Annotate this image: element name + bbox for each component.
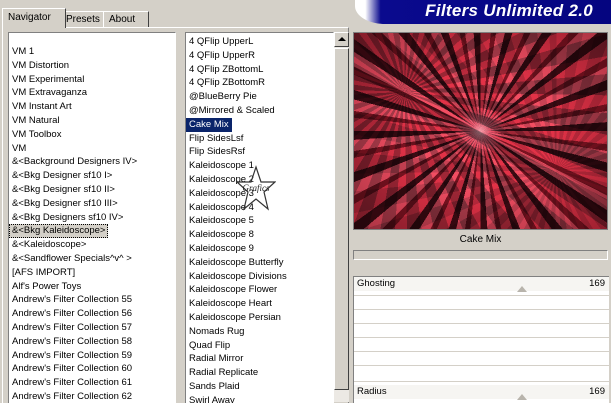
list-item[interactable]: Radial Replicate bbox=[186, 366, 333, 380]
progress-bar bbox=[353, 250, 608, 260]
scroll-up-button[interactable] bbox=[334, 32, 349, 47]
list-item[interactable]: Andrew's Filter Collection 61 bbox=[9, 376, 175, 390]
list-item[interactable]: VM 1 bbox=[9, 45, 175, 59]
list-item[interactable]: Alf's Power Toys bbox=[9, 280, 175, 294]
list-item[interactable]: Kaleidoscope Flower bbox=[186, 283, 333, 297]
list-item[interactable]: &<Bkg Designers sf10 IV> bbox=[9, 211, 175, 225]
list-item[interactable]: Andrew's Filter Collection 62 bbox=[9, 390, 175, 403]
list-item[interactable]: &<Bkg Designer sf10 I> bbox=[9, 169, 175, 183]
list-item[interactable]: &<Bkg Designer sf10 II> bbox=[9, 183, 175, 197]
list-item[interactable]: Kaleidoscope Divisions bbox=[186, 270, 333, 284]
list-item[interactable]: Andrew's Filter Collection 57 bbox=[9, 321, 175, 335]
tab-navigator[interactable]: Navigator bbox=[2, 8, 66, 28]
list-item[interactable]: @Mirrored & Scaled bbox=[186, 104, 333, 118]
list-item[interactable]: Kaleidoscope 8 bbox=[186, 228, 333, 242]
list-item[interactable]: VM bbox=[9, 142, 175, 156]
preview-label: Cake Mix bbox=[459, 234, 502, 245]
list-item[interactable]: VM Distortion bbox=[9, 59, 175, 73]
list-item[interactable]: &<Background Designers IV> bbox=[9, 155, 175, 169]
list-item[interactable]: VM Natural bbox=[9, 114, 175, 128]
list-item[interactable]: Quad Flip bbox=[186, 339, 333, 353]
radius-value: 169 bbox=[589, 386, 605, 397]
list-item[interactable]: VM Extravaganza bbox=[9, 86, 175, 100]
radius-slider[interactable]: Radius 169 bbox=[354, 385, 609, 400]
list-item[interactable]: &<Bkg Kaleidoscope> bbox=[9, 224, 109, 239]
tab-about[interactable]: About bbox=[103, 11, 149, 27]
ghosting-slider[interactable]: Ghosting 169 bbox=[354, 277, 609, 292]
list-item[interactable]: Kaleidoscope 5 bbox=[186, 214, 333, 228]
list-item[interactable]: Kaleidoscope Heart bbox=[186, 297, 333, 311]
list-item[interactable]: Sands Plaid bbox=[186, 380, 333, 394]
radius-label: Radius bbox=[357, 386, 387, 397]
list-item[interactable]: Flip SidesRsf bbox=[186, 145, 333, 159]
filter-list-scrollbar[interactable] bbox=[334, 32, 349, 402]
filters-unlimited-logo: Filters Unlimited 2.0 bbox=[355, 0, 611, 24]
filter-list[interactable]: 4 QFlip UpperL 4 QFlip UpperR 4 QFlip ZBot… bbox=[185, 32, 334, 403]
watermark-text: Grafics bbox=[243, 183, 270, 193]
list-item[interactable]: &<Kaleidoscope> bbox=[9, 238, 175, 252]
list-item[interactable]: Flip SidesLsf bbox=[186, 132, 333, 146]
list-item[interactable]: VM Instant Art bbox=[9, 100, 175, 114]
list-item[interactable]: Nomads Rug bbox=[186, 325, 333, 339]
list-item[interactable]: Andrew's Filter Collection 59 bbox=[9, 349, 175, 363]
ghosting-value: 169 bbox=[589, 278, 605, 289]
list-item[interactable]: Andrew's Filter Collection 55 bbox=[9, 293, 175, 307]
grafics-watermark: Grafics bbox=[236, 165, 276, 211]
list-item[interactable]: 4 QFlip ZBottomL bbox=[186, 63, 333, 77]
filter-controls: Ghosting 169 Radius 169 bbox=[353, 276, 609, 403]
ghosting-label: Ghosting bbox=[357, 278, 396, 289]
arrow-up-icon bbox=[338, 37, 346, 41]
list-item[interactable]: Andrew's Filter Collection 60 bbox=[9, 362, 175, 376]
category-list[interactable]: VM 1 VM Distortion VM Experimental VM Extra… bbox=[8, 32, 176, 403]
list-item[interactable]: Cake Mix bbox=[186, 117, 232, 132]
preview-image bbox=[353, 32, 608, 230]
radius-slider-thumb[interactable] bbox=[517, 394, 527, 400]
list-item[interactable]: 4 QFlip UpperR bbox=[186, 49, 333, 63]
list-item[interactable]: [AFS IMPORT] bbox=[9, 266, 175, 280]
list-item[interactable]: VM Experimental bbox=[9, 73, 175, 87]
list-item[interactable]: Kaleidoscope Persian bbox=[186, 311, 333, 325]
list-item[interactable]: &<Bkg Designer sf10 III> bbox=[9, 197, 175, 211]
ghosting-slider-thumb[interactable] bbox=[517, 286, 527, 292]
list-item[interactable]: Kaleidoscope Butterfly bbox=[186, 256, 333, 270]
list-item[interactable]: VM Toolbox bbox=[9, 128, 175, 142]
logo-text: Filters Unlimited 2.0 bbox=[425, 1, 593, 20]
list-item[interactable]: 4 QFlip ZBottomR bbox=[186, 76, 333, 90]
list-item[interactable]: Kaleidoscope 9 bbox=[186, 242, 333, 256]
list-item[interactable]: Radial Mirror bbox=[186, 352, 333, 366]
list-item[interactable]: &<Sandflower Specials^v^ > bbox=[9, 252, 175, 266]
list-item[interactable]: Andrew's Filter Collection 56 bbox=[9, 307, 175, 321]
list-item[interactable]: Andrew's Filter Collection 58 bbox=[9, 335, 175, 349]
list-item[interactable]: 4 QFlip UpperL bbox=[186, 35, 333, 49]
list-item[interactable]: @BlueBerry Pie bbox=[186, 90, 333, 104]
scroll-thumb[interactable] bbox=[334, 48, 349, 390]
